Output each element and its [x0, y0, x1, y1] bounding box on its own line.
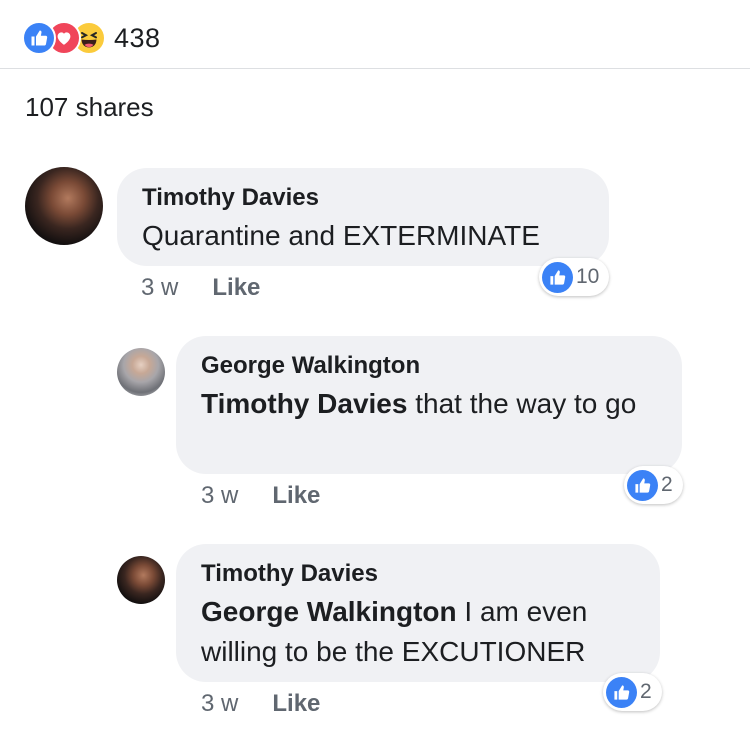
comment-timestamp[interactable]: 3 w: [201, 690, 238, 718]
like-count: 10: [576, 265, 600, 288]
comment-like-count-badge[interactable]: 10: [539, 258, 610, 296]
like-button[interactable]: Like: [212, 274, 260, 302]
comment-bubble: Timothy Davies Quarantine and EXTERMINAT…: [117, 168, 609, 266]
mention-link[interactable]: George Walkington: [201, 596, 457, 627]
comment-like-count-badge[interactable]: 2: [624, 466, 683, 504]
comment-author[interactable]: Timothy Davies: [142, 184, 583, 212]
like-count: 2: [661, 473, 673, 496]
like-button[interactable]: Like: [272, 690, 320, 718]
avatar[interactable]: [117, 556, 165, 604]
reaction-count: 438: [114, 22, 161, 53]
comment-meta: 3 w Like: [141, 274, 260, 302]
comment-author[interactable]: Timothy Davies: [201, 560, 634, 588]
comment-like-count-badge[interactable]: 2: [603, 673, 662, 711]
like-count: 2: [640, 680, 652, 703]
like-icon: [627, 469, 658, 501]
avatar[interactable]: [25, 167, 103, 245]
comment-meta: 3 w Like: [201, 482, 320, 510]
like-icon: [606, 676, 637, 708]
like-button[interactable]: Like: [272, 482, 320, 510]
avatar[interactable]: [117, 348, 165, 396]
comment-timestamp[interactable]: 3 w: [201, 482, 238, 510]
comment-author[interactable]: George Walkington: [201, 352, 656, 380]
comment-text: George Walkington I am even willing to b…: [201, 596, 588, 667]
comment-bubble: Timothy Davies George Walkington I am ev…: [176, 544, 660, 682]
mention-link[interactable]: Timothy Davies: [201, 388, 407, 419]
divider: [0, 68, 750, 69]
comment-meta: 3 w Like: [201, 690, 320, 718]
comment-timestamp[interactable]: 3 w: [141, 274, 178, 302]
comment-text: Timothy Davies that the way to go: [201, 388, 637, 419]
comment-bubble: George Walkington Timothy Davies that th…: [176, 336, 682, 474]
shares-count[interactable]: 107 shares: [25, 92, 154, 123]
like-icon: [542, 261, 573, 293]
comment-text: Quarantine and EXTERMINATE: [142, 220, 540, 251]
reactions-summary[interactable]: 438: [22, 20, 161, 56]
like-reaction-icon: [22, 21, 56, 55]
